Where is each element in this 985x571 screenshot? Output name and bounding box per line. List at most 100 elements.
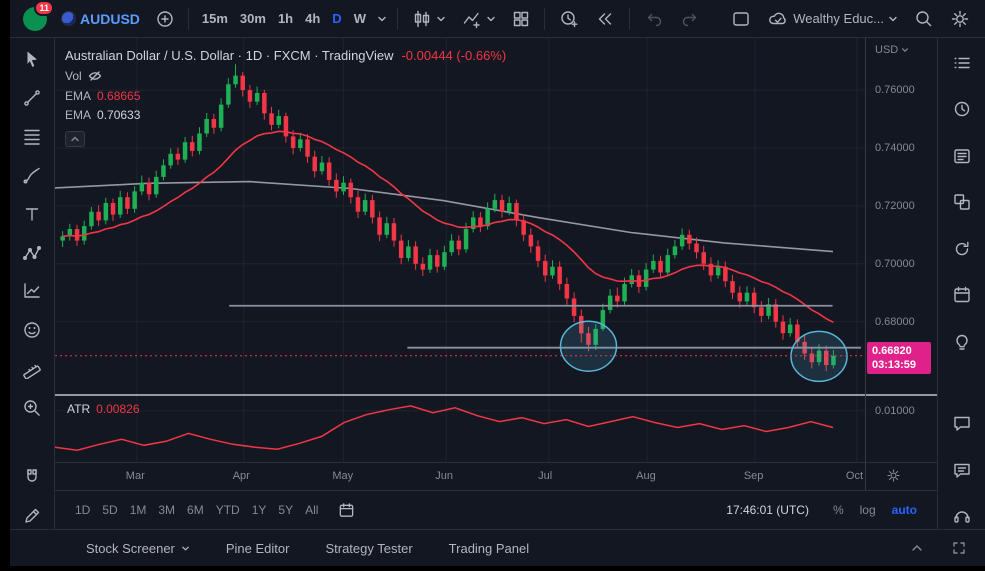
last-price: 0.66820 [872, 344, 912, 357]
symbol-name: AUDUSD [80, 10, 140, 27]
chart-title-row[interactable]: Australian Dollar / U.S. Dollar · 1D · F… [65, 46, 506, 66]
fib-tool[interactable] [16, 124, 48, 150]
tab-label: Trading Panel [448, 540, 530, 556]
ema2-legend-row[interactable]: EMA 0.70633 [65, 106, 506, 125]
axis-border [865, 38, 866, 490]
compare-add-button[interactable] [149, 5, 181, 33]
interval-button-w[interactable]: W [348, 5, 372, 33]
hotlists-button[interactable] [945, 236, 979, 261]
currency-selector[interactable]: USD [865, 38, 937, 56]
quick-search-button[interactable] [907, 5, 941, 33]
interval-button-15m[interactable]: 15m [196, 5, 234, 33]
range-button-ytd[interactable]: YTD [210, 499, 246, 521]
range-button-1d[interactable]: 1D [69, 499, 96, 521]
brush-tool[interactable] [16, 162, 48, 188]
cursor-tool[interactable] [16, 46, 48, 72]
data-window-icon [953, 194, 970, 210]
zoom-tool[interactable] [16, 395, 48, 421]
text-tool[interactable] [16, 201, 48, 227]
magnet-tool[interactable] [16, 465, 48, 491]
toolbar-divider [396, 7, 398, 30]
public-chat-button[interactable] [945, 457, 979, 482]
watchlist-icon [954, 57, 970, 68]
tab-label: Pine Editor [225, 540, 290, 556]
alert-button[interactable] [552, 5, 586, 33]
emoji-tool[interactable] [16, 317, 48, 343]
alerts-icon [954, 101, 969, 117]
range-button-1m[interactable]: 1M [124, 499, 153, 521]
ideas-button[interactable] [945, 329, 979, 354]
edit-tool[interactable] [16, 503, 48, 529]
scale-buttons: % log auto [827, 499, 923, 521]
tab-pine-editor[interactable]: Pine Editor [208, 530, 308, 566]
pane-settings-button[interactable] [886, 468, 901, 483]
chart-style-button[interactable] [405, 5, 453, 33]
bar-countdown: 03:13:59 [872, 359, 917, 372]
save-layout-button[interactable]: Wealthy Educ... [760, 5, 905, 33]
redo-button[interactable] [673, 5, 707, 33]
volume-legend-row[interactable]: Vol [65, 67, 506, 86]
scale-button-auto[interactable]: auto [886, 499, 923, 521]
atr-chart-canvas[interactable] [55, 396, 865, 462]
interval-button-4h[interactable]: 4h [299, 5, 326, 33]
ema1-legend-row[interactable]: EMA 0.68665 [65, 87, 506, 106]
layout-select-button[interactable] [724, 5, 758, 33]
settings-button[interactable] [943, 5, 977, 33]
data-window-button[interactable] [945, 189, 979, 214]
eye-off-icon[interactable] [88, 69, 102, 83]
streams-button[interactable] [945, 504, 979, 529]
interval-button-d[interactable]: D [326, 5, 347, 33]
atr-legend[interactable]: ATR 0.00826 [63, 401, 144, 417]
indicators-button[interactable] [455, 5, 503, 33]
time-axis-label-apr: Apr [232, 470, 250, 482]
calendar-button[interactable] [945, 282, 979, 307]
range-button-all[interactable]: All [299, 499, 324, 521]
range-button-6m[interactable]: 6M [181, 499, 210, 521]
measure-tool[interactable] [16, 356, 48, 382]
range-button-3m[interactable]: 3M [152, 499, 181, 521]
price-axis[interactable]: USD 0.76000 0.74000 0.72000 0.70000 0.68000 … [865, 38, 937, 394]
candle-style-icon [414, 10, 430, 27]
price-axis-label: 0.74000 [875, 141, 915, 154]
symbol-search-button[interactable]: AUDUSD [54, 5, 147, 33]
toolbar-divider [628, 7, 630, 30]
main-menu-logo[interactable]: 11 [18, 0, 54, 34]
legend-collapse-button[interactable] [65, 130, 85, 147]
panel-collapse-button[interactable] [905, 535, 929, 561]
ema2-value: 0.70633 [97, 108, 141, 123]
search-icon [916, 10, 932, 26]
scale-button-%[interactable]: % [827, 499, 850, 521]
tab-stock-screener[interactable]: Stock Screener [68, 530, 208, 566]
panel-maximize-button[interactable] [947, 535, 971, 561]
time-axis-label-may: May [332, 470, 354, 482]
atr-value: 0.00826 [96, 402, 140, 416]
interval-button-30m[interactable]: 30m [234, 5, 272, 33]
news-button[interactable] [945, 143, 979, 168]
time-axis[interactable]: Mar Apr May Jun Jul Aug Sep Oct [55, 462, 937, 490]
range-button-5y[interactable]: 5Y [272, 499, 299, 521]
grid-layout-icon [513, 11, 529, 26]
interval-button-1h[interactable]: 1h [272, 5, 299, 33]
price-axis-label: 0.68000 [875, 315, 915, 328]
right-sidebar [937, 38, 985, 529]
range-button-5d[interactable]: 5D [96, 499, 123, 521]
undo-button[interactable] [637, 5, 671, 33]
forecast-tool[interactable] [16, 279, 48, 305]
ideas-icon [955, 335, 968, 351]
replay-button[interactable] [588, 5, 622, 33]
goto-date-button[interactable] [338, 502, 355, 519]
ema2-label: EMA [65, 108, 92, 123]
alerts-button[interactable] [945, 96, 979, 121]
clock-label[interactable]: 17:46:01 (UTC) [726, 503, 809, 517]
chat-button[interactable] [945, 411, 979, 436]
tab-trading-panel[interactable]: Trading Panel [431, 530, 547, 566]
goto-date-icon [340, 502, 354, 517]
tab-strategy-tester[interactable]: Strategy Tester [307, 530, 430, 566]
scale-button-log[interactable]: log [854, 499, 882, 521]
interval-menu-button[interactable] [374, 5, 390, 33]
pattern-tool[interactable] [16, 240, 48, 266]
indicator-templates-button[interactable] [505, 5, 537, 33]
range-button-1y[interactable]: 1Y [246, 499, 273, 521]
trendline-tool[interactable] [16, 85, 48, 111]
watchlist-button[interactable] [945, 50, 979, 75]
